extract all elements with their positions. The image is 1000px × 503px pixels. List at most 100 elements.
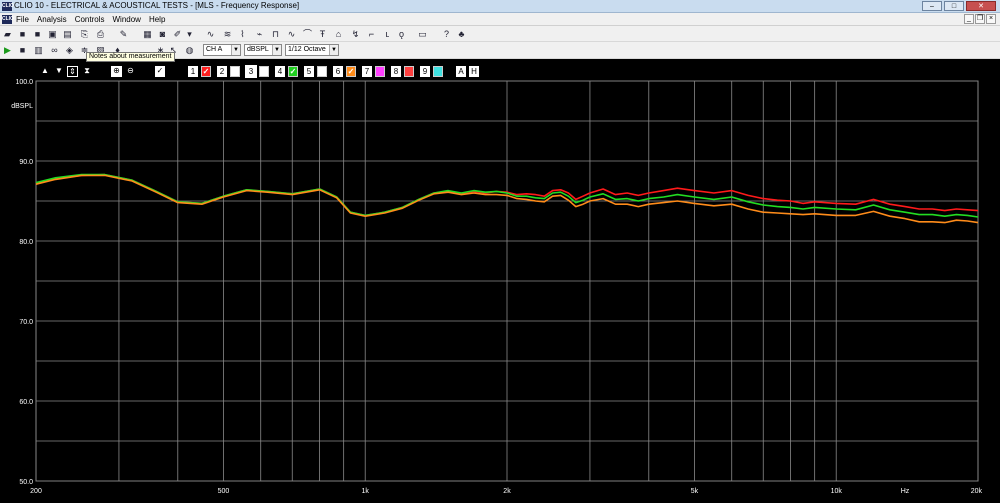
- memory-6-checkbox[interactable]: ✓: [346, 66, 356, 77]
- level-meter-icon[interactable]: ▥: [33, 45, 44, 55]
- y-tick-label: 60.0: [19, 399, 33, 406]
- sinusoidal-icon[interactable]: ⌁: [254, 29, 265, 39]
- app-icon: CLIO: [2, 2, 14, 11]
- play-icon[interactable]: ▶: [2, 45, 13, 55]
- ts-parameters-icon[interactable]: Ŧ: [317, 29, 328, 39]
- menu-window[interactable]: Window: [112, 15, 140, 24]
- memory-7-button[interactable]: 7: [362, 66, 372, 77]
- scroll-down-icon[interactable]: ▼: [54, 66, 64, 77]
- menu-bar: CLIO File Analysis Controls Window Help …: [0, 13, 1000, 26]
- qc-alt-icon[interactable]: ǫ: [396, 29, 407, 39]
- window-title: CLIO 10 - ELECTRICAL & ACOUSTICAL TESTS …: [14, 1, 300, 10]
- mdi-controls: _ ❐ ×: [964, 14, 996, 24]
- memory-4-button[interactable]: 4: [275, 66, 285, 77]
- menu-file[interactable]: File: [16, 15, 29, 24]
- mdi-close-button[interactable]: ×: [986, 14, 996, 24]
- memory-1-checkbox[interactable]: ✓: [201, 66, 211, 77]
- x-tick-label: 200: [30, 488, 42, 495]
- memory-2-button[interactable]: 2: [217, 66, 227, 77]
- compress-vertical-icon[interactable]: ⧗: [82, 66, 92, 77]
- input-icon[interactable]: ◈: [64, 45, 75, 55]
- close-button[interactable]: ✕: [966, 1, 996, 11]
- camera-icon[interactable]: ◙: [157, 29, 168, 39]
- units-select[interactable]: dBSPL ▼: [244, 44, 282, 56]
- memory-6-button[interactable]: 6: [333, 66, 343, 77]
- about-icon[interactable]: ♣: [456, 29, 467, 39]
- lr-icon[interactable]: ʟ: [382, 29, 393, 39]
- acoustics-icon[interactable]: ⌒: [302, 29, 313, 39]
- memory-9-checkbox[interactable]: [433, 66, 443, 77]
- loop-icon[interactable]: ∞: [49, 45, 60, 55]
- y-tick-label: 70.0: [19, 319, 33, 326]
- open-folder-icon[interactable]: ▰: [2, 29, 13, 39]
- y-tick-label: 80.0: [19, 239, 33, 246]
- leq-icon[interactable]: ⌂: [333, 29, 344, 39]
- copy-icon[interactable]: ⎘: [79, 29, 90, 39]
- print-icon[interactable]: ⎙: [95, 29, 106, 39]
- title-bar: CLIO CLIO 10 - ELECTRICAL & ACOUSTICAL T…: [0, 0, 1000, 13]
- chevron-down-icon: ▼: [272, 45, 281, 55]
- settings-icon[interactable]: ◍: [184, 45, 195, 55]
- main-toolbar: ▰ ■ ■ ▣ ▤ ⎘ ⎙ ✎ ▦ ◙ ✐ ▾ ∿ ≋ ⌇ ⌁ ⊓ ∿ ⌒ Ŧ …: [0, 26, 1000, 42]
- memory-a-button[interactable]: A: [456, 66, 466, 77]
- y-axis-label: dBSPL: [11, 103, 33, 110]
- fft-icon[interactable]: ≋: [222, 29, 233, 39]
- maximize-button[interactable]: □: [944, 1, 964, 11]
- step-icon[interactable]: ⌐: [366, 29, 377, 39]
- save-all-icon[interactable]: ■: [32, 29, 43, 39]
- mdi-restore-button[interactable]: ❐: [975, 14, 985, 24]
- memory-1-button[interactable]: 1: [188, 66, 198, 77]
- document-icon[interactable]: CLIO: [2, 15, 14, 24]
- memory-9-button[interactable]: 9: [420, 66, 430, 77]
- x-tick-label: 2k: [503, 488, 511, 495]
- measure-icon[interactable]: ▦: [142, 29, 153, 39]
- x-tick-label: 1k: [362, 488, 370, 495]
- zoom-in-icon[interactable]: ⊕: [111, 66, 122, 77]
- save-icon[interactable]: ■: [17, 29, 28, 39]
- frequency-response-chart[interactable]: 100.0 90.0 80.0 70.0 60.0 50.0 dBSPL 200 500 1k 2k…: [0, 59, 1000, 503]
- minimize-button[interactable]: –: [922, 1, 942, 11]
- multimeter-icon[interactable]: ∿: [205, 29, 216, 39]
- memory-8-checkbox[interactable]: [404, 66, 414, 77]
- smoothing-select[interactable]: 1/12 Octave ▼: [285, 44, 339, 56]
- mdi-minimize-button[interactable]: _: [964, 14, 974, 24]
- x-tick-label: 20k: [971, 488, 983, 495]
- export-data-icon[interactable]: ▤: [62, 29, 73, 39]
- help-icon[interactable]: ?: [441, 29, 452, 39]
- plot-panel: 100.0 90.0 80.0 70.0 60.0 50.0 dBSPL 200 500 1k 2k…: [0, 59, 1000, 503]
- export-icon[interactable]: ▣: [47, 29, 58, 39]
- waterfall-icon[interactable]: ⊓: [270, 29, 281, 39]
- zoom-out-icon[interactable]: ⊖: [125, 66, 136, 77]
- wave-icon[interactable]: ∿: [286, 29, 297, 39]
- smoothing-select-value: 1/12 Octave: [288, 46, 326, 53]
- menu-analysis[interactable]: Analysis: [37, 15, 67, 24]
- mls-icon[interactable]: ⌇: [237, 29, 248, 39]
- dropdown-arrow-icon[interactable]: ▾: [184, 29, 195, 39]
- channel-select-value: CH A: [206, 46, 223, 53]
- monitor-icon[interactable]: ▭: [417, 29, 428, 39]
- memory-h-button[interactable]: H: [469, 66, 479, 77]
- x-tick-label: 5k: [691, 488, 699, 495]
- y-tick-label: 90.0: [19, 159, 33, 166]
- memory-4-checkbox[interactable]: ✓: [288, 66, 298, 77]
- menu-controls[interactable]: Controls: [75, 15, 105, 24]
- x-tick-label: 10k: [831, 488, 843, 495]
- memory-5-checkbox[interactable]: [317, 66, 327, 77]
- menu-help[interactable]: Help: [149, 15, 165, 24]
- chevron-down-icon: ▼: [329, 45, 338, 55]
- graph-controls: ▲ ▼ ⇕ ⧗ ⊕ ⊖ ✓ 1 ✓ 2 3 4 ✓ 5 6 ✓ 7 8 9 A H: [0, 59, 1000, 79]
- generator-icon[interactable]: ■: [17, 45, 28, 55]
- memory-3-button[interactable]: 3: [245, 65, 257, 78]
- notes-icon[interactable]: ✎: [118, 29, 129, 39]
- memory-8-button[interactable]: 8: [391, 66, 401, 77]
- pen-icon[interactable]: ✐: [172, 29, 183, 39]
- memory-3-checkbox[interactable]: [259, 66, 269, 77]
- memory-2-checkbox[interactable]: [230, 66, 240, 77]
- qc-icon[interactable]: ↯: [350, 29, 361, 39]
- check-all-icon[interactable]: ✓: [155, 66, 165, 77]
- memory-5-button[interactable]: 5: [304, 66, 314, 77]
- scroll-up-icon[interactable]: ▲: [40, 66, 50, 77]
- expand-vertical-icon[interactable]: ⇕: [67, 66, 78, 77]
- channel-select[interactable]: CH A ▼: [203, 44, 241, 56]
- memory-7-checkbox[interactable]: [375, 66, 385, 77]
